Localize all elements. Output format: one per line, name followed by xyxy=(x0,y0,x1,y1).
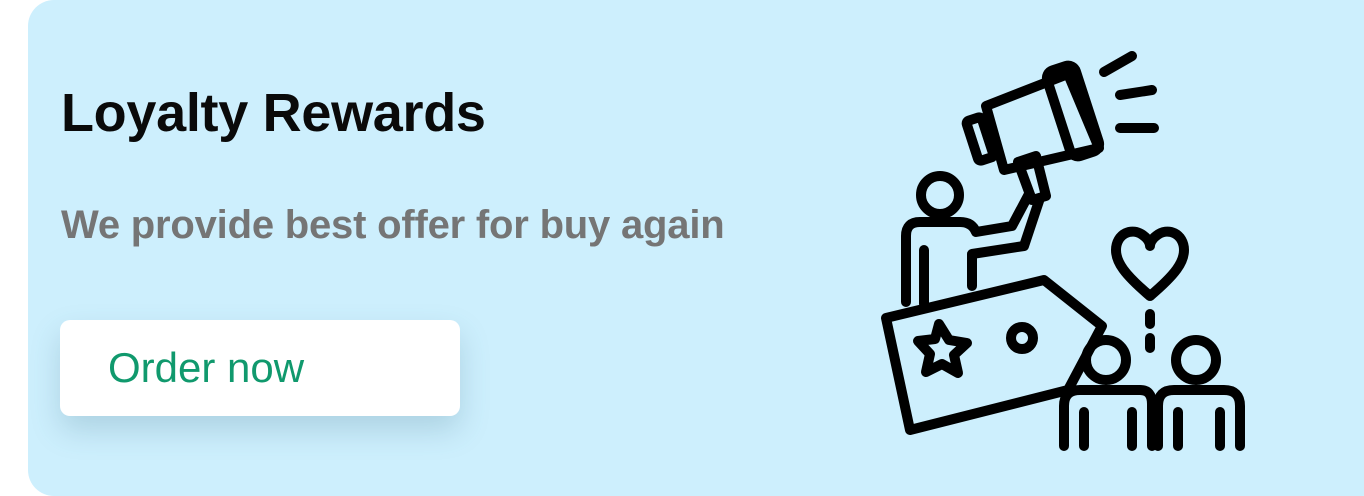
star-tag-icon xyxy=(881,275,1107,435)
order-now-button[interactable]: Order now xyxy=(60,320,460,416)
card-subtitle: We provide best offer for buy again xyxy=(61,203,725,247)
customers-icon xyxy=(1059,335,1245,451)
loyalty-promotion-illustration xyxy=(881,51,1245,451)
heart-icon xyxy=(1111,226,1189,353)
card-title: Loyalty Rewards xyxy=(61,83,486,143)
loyalty-rewards-card: Loyalty Rewards We provide best offer fo… xyxy=(28,0,1364,496)
megaphone-icon xyxy=(961,51,1159,205)
